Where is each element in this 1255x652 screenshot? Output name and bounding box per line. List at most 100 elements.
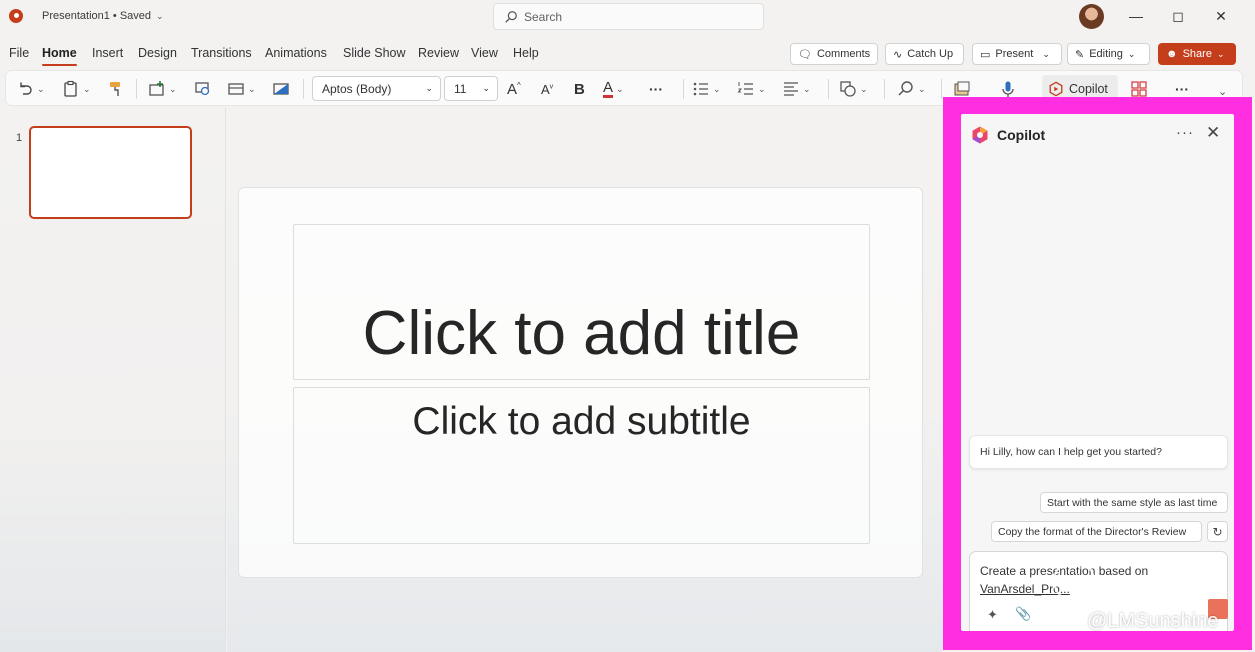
present-button[interactable]: ▭ Present ⌄ <box>972 43 1062 65</box>
ribbon-separator <box>303 79 304 99</box>
chevron-down-icon: ⌄ <box>37 83 45 94</box>
slide-thumbnail[interactable] <box>29 126 192 219</box>
watermark-community: Tiger Community <box>1104 573 1211 589</box>
title-placeholder-text: Click to add title <box>362 299 801 368</box>
slide-thumbnail-pane: 1 <box>0 108 226 652</box>
menu-bar: File Home Insert Design Transitions Anim… <box>0 40 1255 68</box>
ribbon-separator <box>828 79 829 99</box>
new-slide-icon <box>149 81 164 96</box>
chevron-down-icon: ⌄ <box>156 10 164 21</box>
reuse-slides-icon <box>195 82 210 96</box>
maximize-button[interactable]: ◻ <box>1167 6 1189 26</box>
menu-transitions[interactable]: Transitions <box>191 46 252 60</box>
layout-button[interactable]: ⌄ <box>227 79 256 99</box>
decrease-font-size-button[interactable]: Av <box>541 79 553 99</box>
refresh-suggestions-button[interactable]: ↻ <box>1207 521 1228 542</box>
attach-icon[interactable]: 📎 <box>1015 606 1031 622</box>
suggestion-label: Start with the same style as last time <box>1047 496 1218 509</box>
font-size-value: 11 <box>454 81 467 96</box>
slide-canvas[interactable]: Click to add title Click to add subtitle <box>238 187 923 578</box>
ribbon-separator <box>941 79 942 99</box>
close-window-button[interactable]: ✕ <box>1210 6 1232 26</box>
dictate-button[interactable] <box>999 79 1017 99</box>
subtitle-placeholder[interactable]: Click to add subtitle <box>293 387 870 544</box>
sparkle-icon[interactable]: ✦ <box>987 607 998 623</box>
format-painter-icon <box>110 82 120 96</box>
minimize-button[interactable]: — <box>1125 6 1147 26</box>
more-options-button[interactable]: ··· <box>1175 79 1189 99</box>
font-color-button[interactable]: A ⌄ <box>603 79 624 99</box>
more-font-options-button[interactable]: ··· <box>649 79 663 99</box>
reuse-slides-button[interactable] <box>194 79 212 99</box>
chevron-down-icon: ⌄ <box>860 83 868 94</box>
subtitle-placeholder-text: Click to add subtitle <box>412 400 751 443</box>
chevron-down-icon: ⌄ <box>1218 85 1228 98</box>
designer-button[interactable] <box>953 79 971 99</box>
comments-label: Comments <box>816 48 871 60</box>
menu-slide-show[interactable]: Slide Show <box>343 46 406 60</box>
ribbon-separator <box>884 79 885 99</box>
powerpoint-logo-icon <box>9 9 23 23</box>
search-icon <box>505 10 517 23</box>
microphone-icon <box>1002 81 1014 97</box>
paste-button[interactable]: ⌄ <box>62 79 91 99</box>
title-bar: Presentation1 • Saved ⌄ Search — ◻ ✕ <box>0 0 1255 34</box>
menu-animations[interactable]: Animations <box>265 46 327 60</box>
menu-insert[interactable]: Insert <box>92 46 123 60</box>
document-title-text: Presentation1 • Saved <box>42 10 152 22</box>
align-button[interactable]: ⌄ <box>782 79 811 99</box>
more-icon: ··· <box>1175 81 1189 97</box>
chevron-down-icon: ⌄ <box>616 83 624 94</box>
shapes-button[interactable]: ⌄ <box>839 79 868 99</box>
suggestion-label: Copy the format of the Director's Review <box>998 525 1187 538</box>
chevron-down-icon: ⌄ <box>1042 48 1050 59</box>
menu-file[interactable]: File <box>9 46 29 60</box>
numbered-list-icon <box>737 82 753 95</box>
search-input[interactable]: Search <box>493 3 764 30</box>
menu-design[interactable]: Design <box>138 46 177 60</box>
suggestion-copy-format[interactable]: Copy the format of the Director's Review <box>991 521 1202 542</box>
menu-home[interactable]: Home <box>42 46 77 66</box>
present-label: Present <box>995 48 1034 60</box>
font-size-select[interactable]: 11 ⌄ <box>444 76 498 101</box>
shapes-icon <box>840 81 856 97</box>
undo-button[interactable]: ⌄ <box>16 79 45 99</box>
title-placeholder[interactable]: Click to add title <box>293 224 870 380</box>
numbering-button[interactable]: ⌄ <box>737 79 766 99</box>
apps-grid-icon <box>1131 81 1147 97</box>
slide-editing-area: Click to add title Click to add subtitle <box>227 108 943 652</box>
avatar[interactable] <box>1079 4 1104 29</box>
suggestion-same-style[interactable]: Start with the same style as last time <box>1040 492 1228 513</box>
more-icon: ··· <box>649 81 663 97</box>
bullets-icon <box>693 82 708 96</box>
ribbon-separator <box>683 79 684 99</box>
chevron-down-icon: ⌄ <box>1127 48 1136 59</box>
copilot-logo-icon <box>972 126 988 144</box>
comments-button[interactable]: 🗨 Comments <box>790 43 878 65</box>
chevron-down-icon: ⌄ <box>918 83 926 94</box>
catch-up-button[interactable]: ∿ Catch Up <box>885 43 964 65</box>
chevron-down-icon: ⌄ <box>803 83 811 94</box>
bullets-button[interactable]: ⌄ <box>692 79 721 99</box>
decrease-font-icon: Av <box>541 81 554 97</box>
editing-mode-button[interactable]: ✎ Editing ⌄ <box>1067 43 1150 65</box>
background-button[interactable] <box>272 79 290 99</box>
chevron-down-icon: ⌄ <box>169 83 177 94</box>
font-name-select[interactable]: Aptos (Body) ⌄ <box>312 76 441 101</box>
chevron-down-icon: ⌄ <box>83 83 91 94</box>
share-button[interactable]: ☻ Share ⌄ <box>1158 43 1236 65</box>
copilot-more-options-button[interactable]: ··· <box>1176 124 1194 141</box>
search-icon <box>898 81 913 96</box>
new-slide-button[interactable]: ⌄ <box>148 79 177 99</box>
add-ins-button[interactable] <box>1130 79 1148 99</box>
font-color-icon: A <box>603 78 614 98</box>
document-title[interactable]: Presentation1 • Saved ⌄ <box>42 10 164 22</box>
format-painter-button[interactable] <box>107 79 125 99</box>
find-button[interactable]: ⌄ <box>897 79 926 99</box>
menu-help[interactable]: Help <box>513 46 539 60</box>
bold-button[interactable]: B <box>574 79 585 99</box>
increase-font-size-button[interactable]: A^ <box>507 79 521 99</box>
menu-view[interactable]: View <box>471 46 498 60</box>
copilot-close-button[interactable]: ✕ <box>1206 123 1220 143</box>
menu-review[interactable]: Review <box>418 46 459 60</box>
